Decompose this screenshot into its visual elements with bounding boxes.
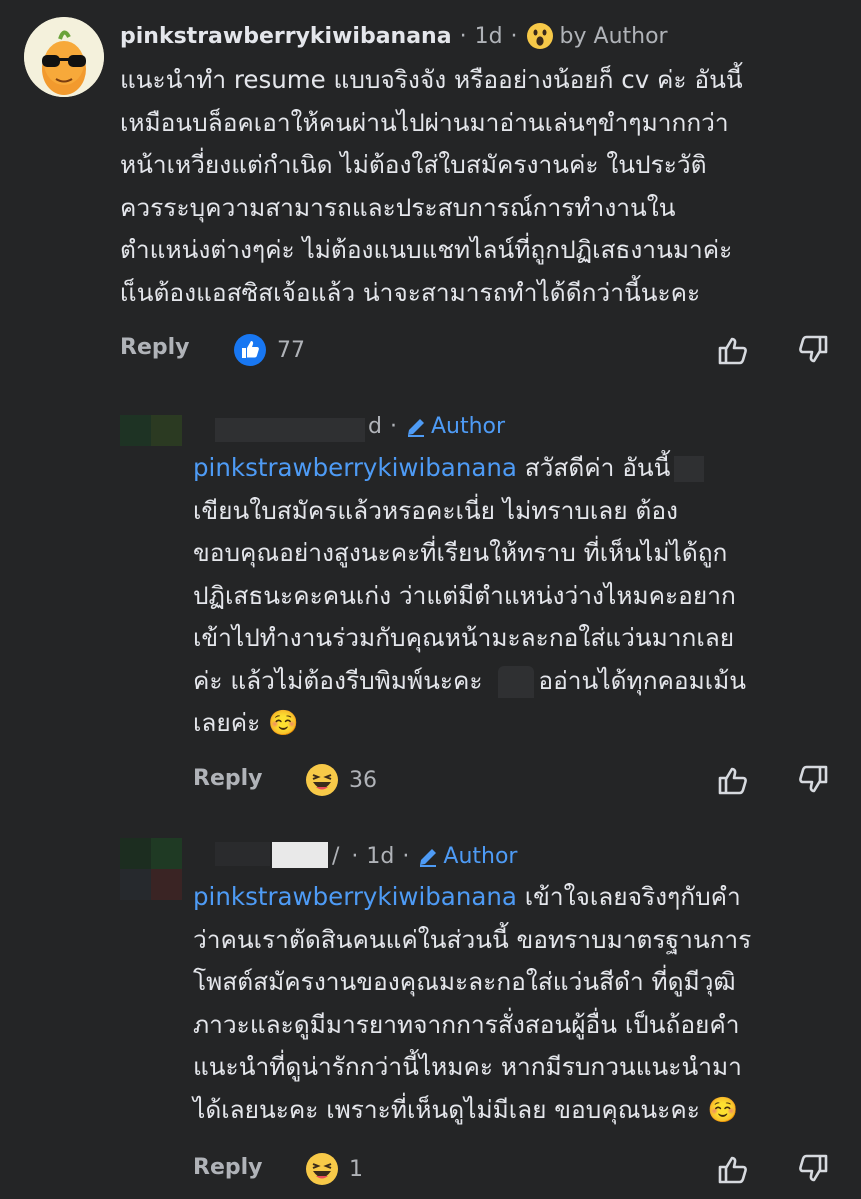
author-name[interactable]: pinkstrawberrykiwibanana — [120, 24, 452, 49]
downvote-button[interactable] — [796, 333, 830, 371]
thumbs-down-outline-icon — [799, 1154, 828, 1182]
comment-text: pinkstrawberrykiwibanana เข้าใจเลยจริงๆก… — [193, 882, 752, 1124]
wow-face-icon — [526, 22, 554, 50]
reaction-summary[interactable]: 77 — [233, 333, 305, 367]
avatar[interactable] — [120, 838, 182, 900]
mention-link[interactable]: pinkstrawberrykiwibanana — [193, 453, 517, 482]
avatar[interactable] — [24, 17, 104, 97]
redacted-name — [215, 842, 270, 866]
haha-face-icon — [306, 1153, 338, 1185]
downvote-button[interactable] — [796, 1152, 830, 1190]
haha-face-icon — [306, 764, 338, 796]
redacted-text — [498, 665, 535, 698]
reply-button[interactable]: Reply — [120, 335, 190, 360]
avatar[interactable] — [120, 415, 182, 477]
author-badge: by Author — [559, 23, 668, 49]
thumbs-up-outline-icon — [718, 767, 747, 795]
upvote-button[interactable] — [716, 763, 750, 801]
mention-link[interactable]: pinkstrawberrykiwibanana — [193, 882, 517, 911]
like-reaction-icon — [234, 334, 266, 366]
thumbs-down-outline-icon — [799, 765, 828, 793]
thumbs-up-outline-icon — [718, 1156, 747, 1184]
comment-meta: pinkstrawberrykiwibanana · 1d · by Autho… — [120, 22, 668, 50]
comment-meta: / · 1d · Author — [332, 844, 518, 869]
reaction-count: 77 — [277, 337, 305, 363]
pencil-icon — [417, 846, 439, 868]
reaction-count: 36 — [349, 767, 377, 793]
thumbs-up-outline-icon — [718, 337, 747, 365]
comment-text: pinkstrawberrykiwibanana สวัสดีค่า อันนี… — [193, 453, 747, 737]
timestamp[interactable]: d — [368, 414, 382, 439]
reaction-count: 1 — [349, 1156, 363, 1182]
upvote-button[interactable] — [716, 1152, 750, 1190]
pencil-icon — [405, 416, 427, 438]
reaction-summary[interactable]: 1 — [305, 1152, 363, 1186]
comment-text: แนะนำทำ resume แบบจริงจัง หรืออย่างน้อยก… — [120, 65, 743, 307]
reaction-summary[interactable]: 36 — [305, 763, 377, 797]
timestamp[interactable]: 1d — [475, 24, 503, 49]
redacted-name — [272, 842, 328, 868]
redacted-name — [215, 418, 365, 442]
author-badge: Author — [443, 844, 518, 869]
reply-button[interactable]: Reply — [193, 766, 263, 791]
redacted-text — [674, 456, 705, 482]
author-badge: Author — [430, 414, 506, 439]
comment-meta: d · Author — [368, 414, 506, 439]
papaya-sunglasses-avatar-icon — [24, 17, 104, 97]
reply-button[interactable]: Reply — [193, 1155, 263, 1180]
thumbs-down-outline-icon — [799, 335, 828, 363]
upvote-button[interactable] — [716, 333, 750, 371]
downvote-button[interactable] — [796, 763, 830, 801]
timestamp[interactable]: 1d — [366, 844, 394, 869]
